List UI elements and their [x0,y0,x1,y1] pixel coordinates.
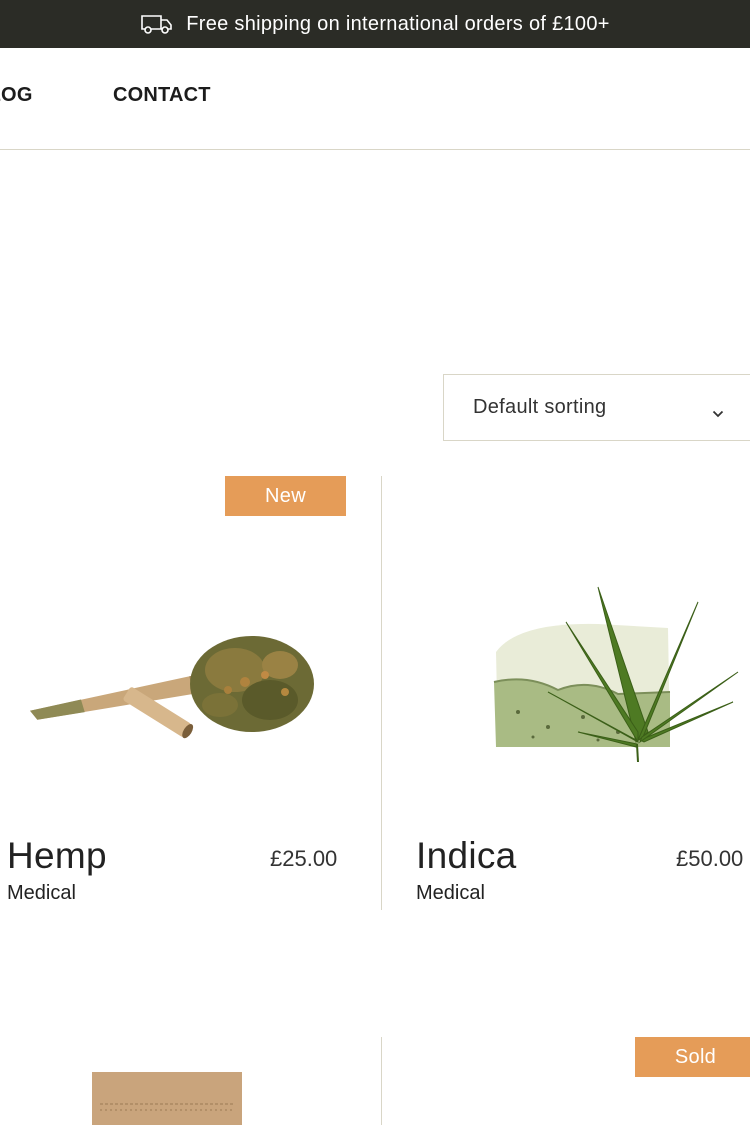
new-badge: New [225,476,346,516]
product-image-hemp[interactable] [20,620,320,745]
product-name[interactable]: Indica [416,835,517,877]
delivery-truck-icon [140,13,174,35]
nav-item-blog[interactable]: BLOG [0,84,33,107]
announcement-bar: Free shipping on international orders of… [0,0,750,48]
product-category[interactable]: Medical [7,882,76,905]
main-navigation: BLOG CONTACT [0,48,750,150]
product-price: £50.00 [676,846,744,871]
product-category[interactable]: Medical [416,882,485,905]
product-image-indica[interactable] [488,582,743,763]
sort-select[interactable]: Default sorting [443,374,750,441]
product-image-pouch[interactable] [92,1072,244,1125]
announcement-text: Free shipping on international orders of… [186,12,610,35]
nav-item-contact[interactable]: CONTACT [113,84,211,107]
product-name[interactable]: Hemp [7,835,107,877]
product-grid-divider [381,476,382,910]
product-grid-divider [381,1037,382,1125]
sold-badge: Sold [635,1037,750,1077]
sort-selected-value: Default sorting [473,396,607,418]
chevron-down-icon [712,401,724,424]
product-price: £25.00 [270,846,338,871]
